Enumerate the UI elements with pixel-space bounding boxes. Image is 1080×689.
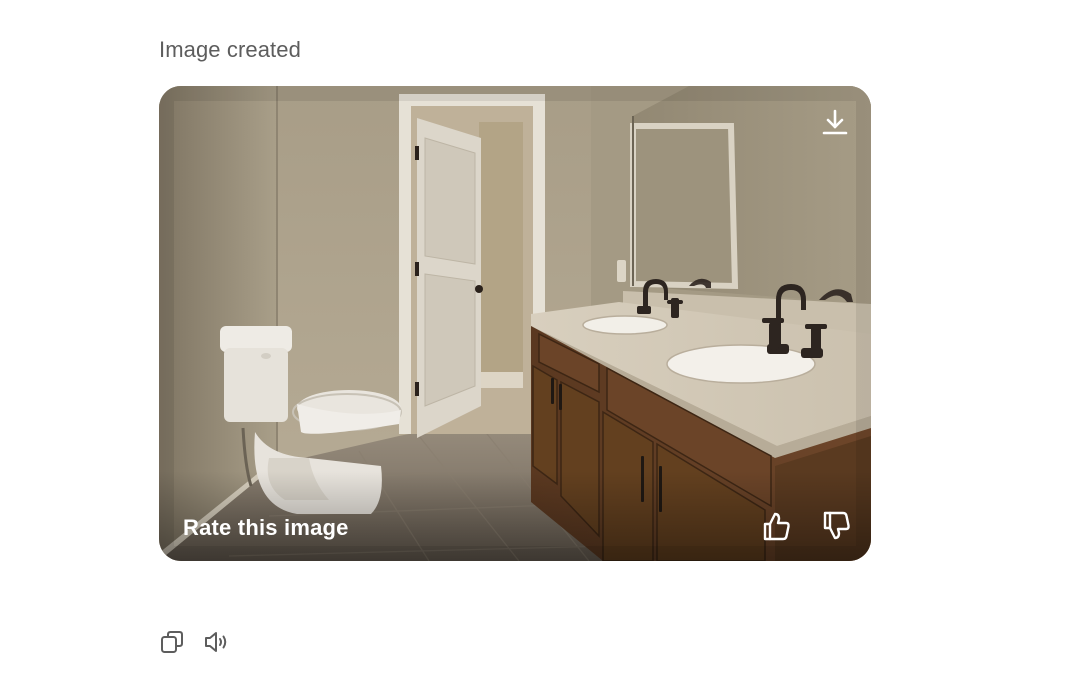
copy-icon bbox=[161, 631, 183, 653]
download-button[interactable] bbox=[819, 106, 851, 138]
rate-image-label: Rate this image bbox=[183, 515, 349, 540]
thumbs-down-button[interactable] bbox=[819, 509, 853, 543]
rate-image-bar: Rate this image bbox=[159, 471, 871, 561]
thumbs-up-button[interactable] bbox=[759, 509, 793, 543]
download-icon bbox=[822, 109, 848, 135]
thumbs-up-icon bbox=[763, 512, 790, 541]
read-aloud-icon bbox=[205, 632, 227, 652]
generated-image-card[interactable]: Rate this image bbox=[159, 86, 871, 561]
image-created-label: Image created bbox=[159, 37, 301, 62]
message-actions bbox=[159, 629, 229, 655]
read-aloud-button[interactable] bbox=[203, 629, 229, 655]
copy-button[interactable] bbox=[159, 629, 185, 655]
thumbs-down-icon bbox=[823, 511, 850, 540]
